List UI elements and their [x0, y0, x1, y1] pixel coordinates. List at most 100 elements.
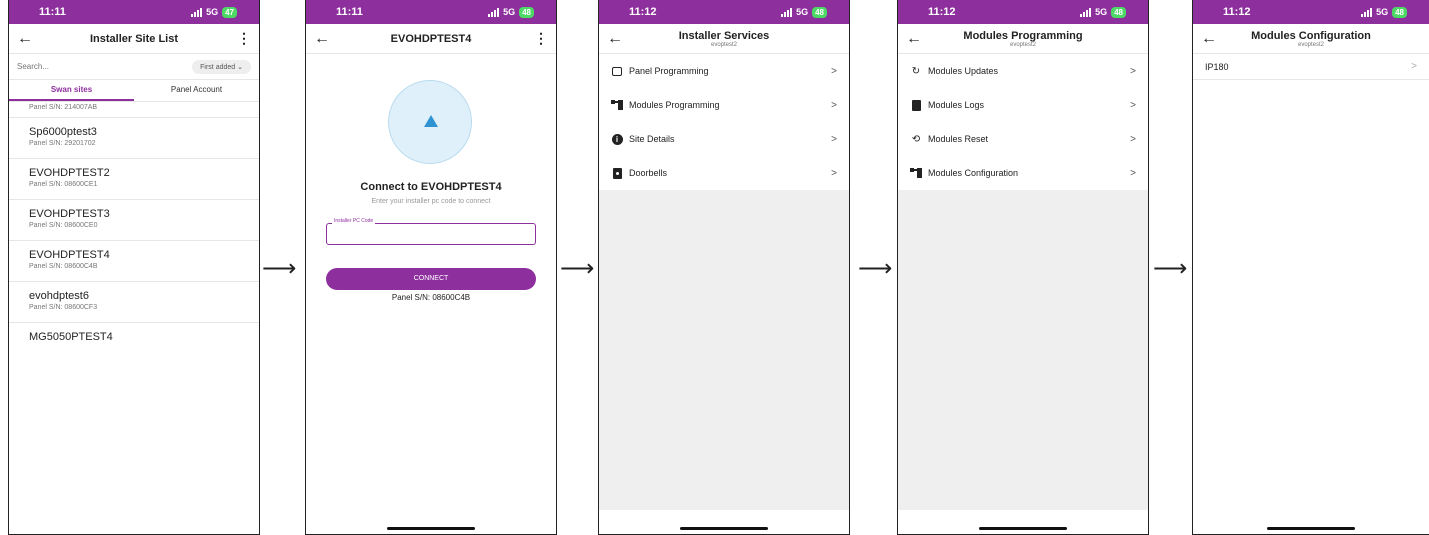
modules-icon: [910, 167, 922, 179]
search-input[interactable]: [17, 62, 137, 71]
back-arrow-icon[interactable]: ←: [17, 30, 37, 48]
connect-heading: Connect to EVOHDPTEST4: [360, 181, 502, 193]
menu-item-modules-programming[interactable]: Modules Programming >: [599, 88, 849, 122]
phone-modules-configuration: 11:12 5G 48 ← Modules Configuration evop…: [1192, 0, 1429, 535]
page-subtitle: evoptest2: [710, 41, 738, 48]
phone-connect: 11:11 5G 48 ← EVOHDPTEST4 ⋮ Connect to E…: [305, 0, 557, 535]
chevron-right-icon: >: [1130, 99, 1136, 111]
list-item[interactable]: MG5050PTEST4: [9, 323, 259, 364]
menu-item-label: Modules Updates: [928, 66, 999, 76]
sort-dropdown[interactable]: First added ⌄: [192, 59, 251, 74]
installer-pc-code-field[interactable]: Installer PC Code: [326, 218, 536, 245]
connection-circle: [388, 80, 472, 164]
menu-item-modules-updates[interactable]: ↻ Modules Updates >: [898, 54, 1148, 88]
signal-icon: [1361, 7, 1373, 17]
chevron-right-icon: >: [1411, 61, 1417, 72]
page-subtitle: evoptest2: [1009, 41, 1037, 48]
reset-icon: ⟲: [911, 133, 921, 145]
chevron-right-icon: >: [831, 99, 837, 111]
tab-panel-account[interactable]: Panel Account: [134, 80, 259, 101]
back-arrow-icon[interactable]: ←: [607, 30, 627, 48]
menu-item-doorbells[interactable]: Doorbells >: [599, 156, 849, 190]
signal-icon: [781, 7, 793, 17]
phone-installer-services: 11:12 5G 48 ← Installer Services evoptes…: [598, 0, 850, 535]
chevron-right-icon: >: [831, 133, 837, 145]
menu-item-modules-logs[interactable]: Modules Logs >: [898, 88, 1148, 122]
field-label: Installer PC Code: [332, 218, 376, 224]
app-bar: ← Modules Configuration evoptest2: [1193, 24, 1429, 54]
battery-icon: 48: [812, 6, 827, 18]
kebab-menu-icon[interactable]: ⋮: [528, 30, 548, 47]
phone-installer-site-list: 11:11 5G 47 ← Installer Site List ⋮ Firs…: [8, 0, 260, 535]
list-item[interactable]: Panel S/N: 214007AB: [9, 102, 259, 118]
search-row: First added ⌄: [9, 54, 259, 80]
page-title: Modules Programming: [963, 29, 1083, 42]
page-title: Modules Configuration: [1251, 29, 1371, 42]
kebab-menu-icon[interactable]: ⋮: [231, 30, 251, 47]
network-label: 5G: [796, 7, 809, 17]
list-item[interactable]: evohdptest6 Panel S/N: 08600CF3: [9, 282, 259, 323]
battery-icon: 48: [1392, 6, 1407, 18]
module-label: IP180: [1205, 61, 1229, 72]
battery-icon: 47: [222, 6, 237, 18]
menu-item-panel-programming[interactable]: Panel Programming >: [599, 54, 849, 88]
chevron-right-icon: >: [1130, 65, 1136, 77]
menu-item-site-details[interactable]: i Site Details >: [599, 122, 849, 156]
update-icon: ↻: [911, 65, 921, 77]
long-arrow-right-icon: ⟶: [560, 255, 595, 282]
home-indicator: [387, 527, 475, 530]
site-serial: Panel S/N: 08600C4B: [29, 263, 98, 270]
long-arrow-right-icon: ⟶: [262, 255, 297, 282]
tab-swan-sites[interactable]: Swan sites: [9, 80, 134, 101]
site-name: EVOHDPTEST4: [29, 249, 110, 261]
site-name: EVOHDPTEST2: [29, 167, 110, 179]
chevron-right-icon: >: [1130, 133, 1136, 145]
back-arrow-icon[interactable]: ←: [1201, 30, 1221, 48]
status-indicators: 5G 48: [488, 6, 534, 18]
chevron-right-icon: >: [831, 65, 837, 77]
module-item-ip180[interactable]: IP180 >: [1193, 54, 1429, 80]
menu-item-label: Modules Logs: [928, 100, 985, 110]
list-item[interactable]: Sp6000ptest3 Panel S/N: 29201702: [9, 118, 259, 159]
status-indicators: 5G 48: [781, 6, 827, 18]
network-label: 5G: [503, 7, 516, 17]
menu-list: ↻ Modules Updates > Modules Logs > ⟲ Mod…: [898, 54, 1148, 190]
status-time: 11:12: [928, 6, 956, 18]
status-time: 11:12: [629, 6, 657, 18]
list-item[interactable]: EVOHDPTEST3 Panel S/N: 08600CE0: [9, 200, 259, 241]
menu-item-label: Modules Configuration: [928, 168, 1019, 178]
menu-item-label: Modules Programming: [629, 100, 720, 110]
empty-area: [898, 190, 1148, 510]
list-item[interactable]: EVOHDPTEST4 Panel S/N: 08600C4B: [9, 241, 259, 282]
chevron-right-icon: >: [1130, 167, 1136, 179]
modules-icon: [611, 99, 623, 111]
back-arrow-icon[interactable]: ←: [906, 30, 926, 48]
document-icon: [910, 99, 922, 111]
chevron-down-icon: ⌄: [237, 63, 243, 71]
long-arrow-right-icon: ⟶: [858, 255, 893, 282]
page-title: EVOHDPTEST4: [390, 32, 472, 45]
info-icon: i: [611, 133, 623, 145]
status-time: 11:11: [39, 6, 66, 18]
site-tabs: Swan sites Panel Account: [9, 80, 259, 102]
connect-button[interactable]: CONNECT: [326, 268, 536, 290]
menu-item-modules-configuration[interactable]: Modules Configuration >: [898, 156, 1148, 190]
status-time: 11:11: [336, 6, 363, 18]
connect-subheading: Enter your installer pc code to connect: [371, 198, 491, 205]
site-name: evohdptest6: [29, 290, 89, 302]
site-name: EVOHDPTEST3: [29, 208, 110, 220]
home-indicator: [1267, 527, 1355, 530]
menu-item-modules-reset[interactable]: ⟲ Modules Reset >: [898, 122, 1148, 156]
network-label: 5G: [206, 7, 219, 17]
menu-list: Panel Programming > Modules Programming …: [599, 54, 849, 190]
page-title: Installer Services: [678, 29, 770, 42]
back-arrow-icon[interactable]: ←: [314, 30, 334, 48]
network-label: 5G: [1095, 7, 1108, 17]
status-bar: 11:12 5G 48: [599, 0, 849, 24]
list-item[interactable]: EVOHDPTEST2 Panel S/N: 08600CE1: [9, 159, 259, 200]
site-name: MG5050PTEST4: [29, 331, 113, 343]
status-bar: 11:11 5G 48: [306, 0, 556, 24]
menu-item-label: Doorbells: [629, 168, 668, 178]
app-bar: ← EVOHDPTEST4 ⋮: [306, 24, 556, 54]
home-indicator: [680, 527, 768, 530]
